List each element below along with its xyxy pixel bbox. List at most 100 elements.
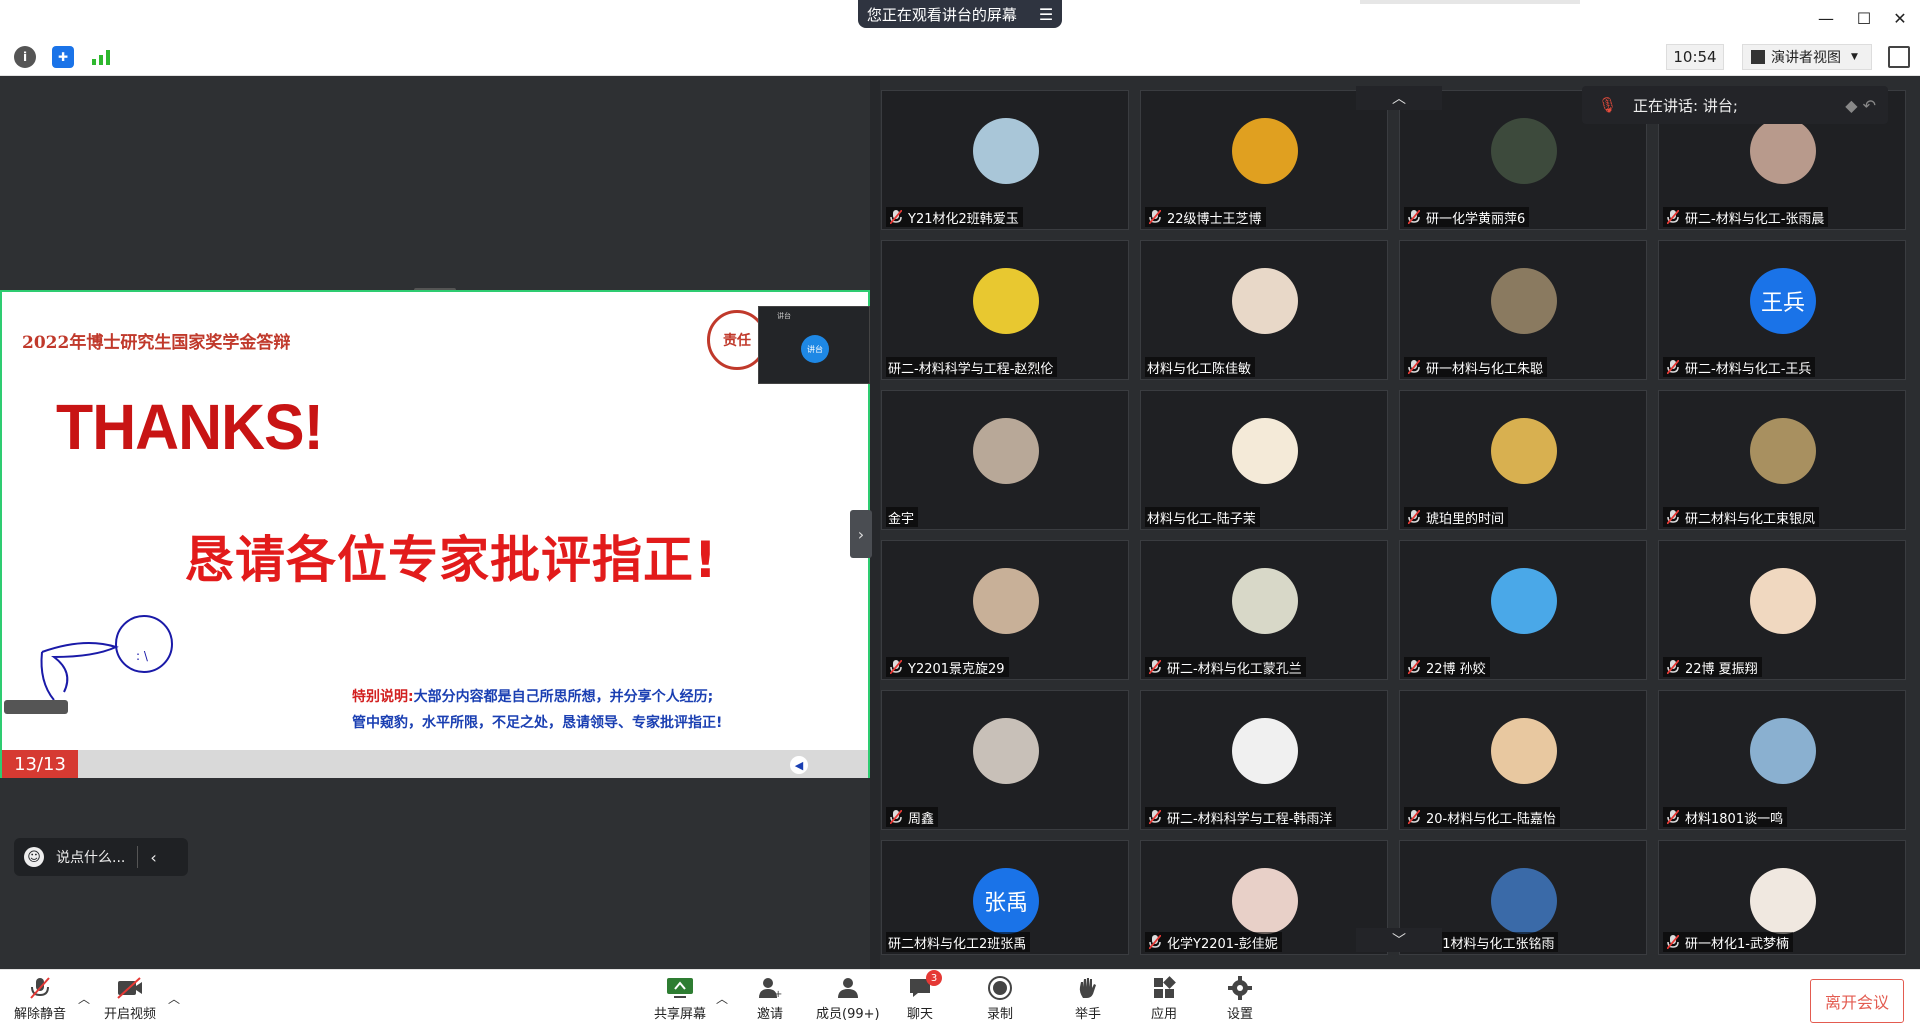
participant-tile[interactable]: 材料与化工陈佳敏 — [1140, 240, 1388, 380]
participant-tile[interactable]: 材料1801谈一鸣 — [1658, 690, 1906, 830]
participant-avatar — [1750, 418, 1816, 484]
video-options-chevron-icon[interactable]: ︿ — [168, 990, 180, 1007]
share-options-chevron-icon[interactable]: ︿ — [716, 990, 728, 1007]
participant-name: 材料1801谈一鸣 — [1685, 811, 1784, 827]
participant-name: Y21材料与化工张铭雨 — [1426, 936, 1555, 952]
participant-tile[interactable]: 金宇 — [881, 390, 1129, 530]
participant-name-tag: 22博 孙姣 — [1404, 657, 1490, 677]
participant-tile[interactable]: Y21材化2班韩爱玉 — [881, 90, 1129, 230]
participant-avatar — [1491, 568, 1557, 634]
info-icon[interactable]: i — [14, 46, 36, 68]
slide-progress-bar: 13/13 ◀ — [2, 750, 868, 778]
participant-name-tag: Y2201景克旋29 — [886, 657, 1009, 677]
sharing-banner[interactable]: 您正在观看讲台的屏幕 ☰ — [858, 0, 1062, 28]
gear-icon — [1226, 976, 1254, 1000]
mic-muted-icon — [1147, 934, 1163, 950]
participant-name-tag: 研二材料与化工束银凤 — [1663, 507, 1820, 527]
participant-name-tag: Y21材化2班韩爱玉 — [886, 207, 1023, 227]
participant-name-tag: 研二-材料与化工-王兵 — [1663, 357, 1816, 377]
participant-name: 研二-材料与化工-张雨晨 — [1685, 211, 1825, 227]
chat-input-pill[interactable]: ☺ 说点什么... ‹ — [14, 838, 188, 876]
participant-avatar — [973, 718, 1039, 784]
meeting-time: 10:54 — [1666, 44, 1724, 70]
share-screen-button[interactable]: 共享屏幕 — [654, 976, 706, 1022]
participant-tile[interactable]: 研二材料与化工束银凤 — [1658, 390, 1906, 530]
participant-tile[interactable]: 材料与化工-陆子茉 — [1140, 390, 1388, 530]
scroll-down-icon[interactable]: ﹀ — [1356, 928, 1442, 952]
mic-muted-icon — [1406, 809, 1422, 825]
close-icon[interactable]: ✕ — [1890, 8, 1910, 28]
signal-icon[interactable] — [90, 46, 112, 68]
settings-label: 设置 — [1226, 1007, 1253, 1022]
raise-hand-button[interactable]: 举手 — [1074, 976, 1102, 1022]
participant-tile[interactable]: 22博 孙姣 — [1399, 540, 1647, 680]
participant-name: 研二材料与化工2班张禹 — [888, 936, 1027, 952]
participant-avatar — [1232, 418, 1298, 484]
menu-icon[interactable]: ☰ — [1039, 5, 1053, 24]
invite-icon: + — [756, 976, 784, 1000]
back-arrow-icon[interactable]: ◀ — [790, 756, 808, 774]
chat-button[interactable]: 3 聊天 — [906, 970, 942, 1022]
participant-name-tag: 研一材化1-武梦楠 — [1663, 932, 1793, 952]
participant-avatar — [1491, 868, 1557, 934]
participant-tile[interactable]: 琥珀里的时间 — [1399, 390, 1647, 530]
mic-muted-icon — [1665, 659, 1681, 675]
speaking-indicator: 🎙 正在讲话: 讲台; ◆ ↶ — [1582, 86, 1888, 124]
participant-name: 周鑫 — [908, 811, 935, 827]
participant-tile[interactable]: 化学Y2201-彭佳妮 — [1140, 840, 1388, 955]
participant-avatar — [1750, 118, 1816, 184]
participant-name: 琥珀里的时间 — [1426, 511, 1505, 527]
chevron-left-icon[interactable]: ‹ — [150, 848, 156, 867]
participant-tile[interactable]: 研二-材料科学与工程-韩雨洋 — [1140, 690, 1388, 830]
maximize-icon[interactable]: ☐ — [1854, 8, 1874, 28]
participant-name: 研二-材料科学与工程-赵烈伦 — [888, 361, 1054, 377]
scroll-up-icon[interactable]: ︿ — [1356, 86, 1442, 110]
mic-muted-icon — [1406, 659, 1422, 675]
view-switch-button[interactable]: 演讲者视图 ▼ — [1742, 44, 1872, 70]
settings-button[interactable]: 设置 — [1226, 976, 1254, 1022]
participant-tile[interactable]: 22博 夏振翔 — [1658, 540, 1906, 680]
record-icon — [986, 976, 1014, 1000]
presenter-pip-window[interactable]: 讲台 讲台 — [758, 306, 870, 384]
mic-muted-icon — [1665, 509, 1681, 525]
top-strip — [1360, 0, 1580, 4]
participant-name-tag: 研一化学黄丽萍6 — [1404, 207, 1530, 227]
invite-label: 邀请 — [756, 1007, 783, 1022]
participant-avatar — [1232, 868, 1298, 934]
participant-tile[interactable]: 研二-材料科学与工程-赵烈伦 — [881, 240, 1129, 380]
speaker-nav-icon[interactable]: ◆ ↶ — [1845, 96, 1876, 115]
minimize-icon[interactable]: — — [1816, 8, 1836, 28]
unmute-button[interactable]: 解除静音 — [14, 976, 66, 1022]
participant-tile[interactable]: 22级博士王芝博 — [1140, 90, 1388, 230]
participant-name: 研一材料与化工朱聪 — [1426, 361, 1544, 377]
shield-icon[interactable]: ✚ — [52, 46, 74, 68]
participant-tile[interactable]: 20-材料与化工-陆嘉怡 — [1399, 690, 1647, 830]
smile-icon[interactable]: ☺ — [24, 847, 44, 867]
mic-muted-icon — [1665, 209, 1681, 225]
participant-name: Y2201景克旋29 — [908, 661, 1005, 677]
participant-name-tag: 周鑫 — [886, 807, 939, 827]
participant-tile[interactable]: 研一材化1-武梦楠 — [1658, 840, 1906, 955]
participant-avatar — [1491, 718, 1557, 784]
start-video-button[interactable]: 开启视频 — [104, 976, 156, 1022]
leave-meeting-button[interactable]: 离开会议 — [1810, 979, 1904, 1023]
svg-text:+: + — [774, 989, 782, 999]
chat-badge: 3 — [926, 970, 942, 986]
members-button[interactable]: 成员(99+) — [816, 976, 880, 1022]
apps-button[interactable]: 应用 — [1150, 976, 1178, 1022]
participant-avatar — [1232, 118, 1298, 184]
start-video-label: 开启视频 — [104, 1007, 157, 1022]
participant-tile[interactable]: 研二-材料与化工蒙孔兰 — [1140, 540, 1388, 680]
invite-button[interactable]: + 邀请 — [756, 976, 784, 1022]
participant-tile[interactable]: Y2201景克旋29 — [881, 540, 1129, 680]
audio-options-chevron-icon[interactable]: ︿ — [78, 990, 90, 1007]
participant-tile[interactable]: 周鑫 — [881, 690, 1129, 830]
fullscreen-icon[interactable] — [1888, 46, 1910, 68]
record-button[interactable]: 录制 — [986, 976, 1014, 1022]
participant-tile[interactable]: 研一材料与化工朱聪 — [1399, 240, 1647, 380]
mic-muted-icon — [1406, 359, 1422, 375]
participant-tile[interactable]: 王兵 研二-材料与化工-王兵 — [1658, 240, 1906, 380]
participant-tile[interactable]: 张禹 研二材料与化工2班张禹 — [881, 840, 1129, 955]
participant-name-tag: 20-材料与化工-陆嘉怡 — [1404, 807, 1560, 827]
collapse-handle-icon[interactable]: › — [850, 510, 872, 558]
